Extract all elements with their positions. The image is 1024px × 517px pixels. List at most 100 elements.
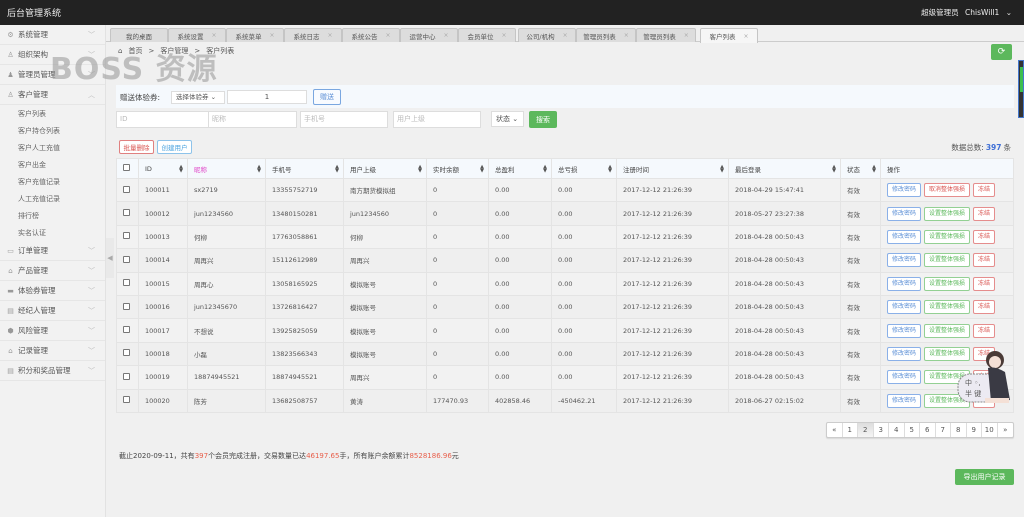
parent-user-input[interactable]: 用户上级 bbox=[393, 111, 481, 128]
close-icon[interactable]: × bbox=[563, 32, 568, 39]
freeze-button[interactable]: 冻结 bbox=[973, 323, 996, 338]
tab[interactable]: 系统日志 × bbox=[284, 28, 342, 42]
tab[interactable]: 系统公告 × bbox=[342, 28, 400, 42]
sidebar-item[interactable]: ♙ 客户管理 ︿ bbox=[0, 85, 105, 105]
change-password-button[interactable]: 修改密码 bbox=[887, 253, 922, 268]
input-method-mascot[interactable]: 中 ◦, 半 键 bbox=[955, 348, 1017, 410]
header-phone[interactable]: 手机号 ▲ ▼ bbox=[265, 158, 344, 179]
create-user-button[interactable]: 创建用户 bbox=[157, 140, 192, 154]
select-all-checkbox[interactable] bbox=[123, 164, 130, 171]
sidebar-collapse-handle[interactable]: ◀ bbox=[106, 238, 114, 278]
row-checkbox[interactable] bbox=[123, 302, 130, 310]
set-risk-button[interactable]: 设置整体强损 bbox=[924, 206, 971, 221]
change-password-button[interactable]: 修改密码 bbox=[887, 229, 922, 244]
pagination-page[interactable]: 9 bbox=[967, 423, 982, 437]
refresh-button[interactable]: ⟳ bbox=[991, 44, 1012, 60]
set-risk-button[interactable]: 设置整体强损 bbox=[924, 253, 971, 268]
row-checkbox[interactable] bbox=[123, 396, 130, 404]
tab[interactable]: 管理员列表 × bbox=[636, 28, 696, 42]
cancel-risk-button[interactable]: 取消整体强损 bbox=[924, 183, 971, 198]
coupon-select[interactable]: 选择体验券 ⌄ bbox=[171, 91, 225, 104]
change-password-button[interactable]: 修改密码 bbox=[887, 300, 922, 315]
sidebar-item[interactable]: ⬢ 风险管理 ﹀ bbox=[0, 321, 105, 341]
close-icon[interactable]: × bbox=[269, 32, 274, 39]
export-users-button[interactable]: 导出用户记录 bbox=[955, 469, 1014, 485]
user-menu[interactable]: 超级管理员 ChisWill1 ⌄ bbox=[917, 7, 1012, 18]
set-risk-button[interactable]: 设置整体强损 bbox=[924, 276, 971, 291]
sidebar-item[interactable]: ⌂ 记录管理 ﹀ bbox=[0, 341, 105, 361]
status-select[interactable]: 状态 ⌄ bbox=[491, 111, 524, 127]
header-balance[interactable]: 实时余额 ▲ ▼ bbox=[426, 158, 489, 179]
row-checkbox[interactable] bbox=[123, 185, 130, 193]
sidebar-item[interactable]: ▭ 订单管理 ﹀ bbox=[0, 241, 105, 261]
change-password-button[interactable]: 修改密码 bbox=[887, 370, 922, 385]
tab[interactable]: 会员单位 × bbox=[458, 28, 516, 42]
close-icon[interactable]: × bbox=[684, 32, 689, 39]
header-register-time[interactable]: 注册时间 ▲ ▼ bbox=[616, 158, 729, 179]
header-parent[interactable]: 用户上级 ▲ ▼ bbox=[343, 158, 427, 179]
change-password-button[interactable]: 修改密码 bbox=[887, 183, 922, 198]
change-password-button[interactable]: 修改密码 bbox=[887, 346, 922, 361]
freeze-button[interactable]: 冻结 bbox=[973, 300, 996, 315]
change-password-button[interactable]: 修改密码 bbox=[887, 393, 922, 408]
close-icon[interactable]: × bbox=[743, 33, 748, 40]
row-checkbox[interactable] bbox=[123, 372, 130, 380]
sidebar-subitem[interactable]: 实名认证 bbox=[0, 224, 105, 241]
scroll-indicator[interactable] bbox=[1018, 60, 1024, 118]
close-icon[interactable]: × bbox=[385, 32, 390, 39]
close-icon[interactable]: × bbox=[211, 32, 216, 39]
pagination-page[interactable]: 10 bbox=[982, 423, 998, 437]
freeze-button[interactable]: 冻结 bbox=[973, 229, 996, 244]
header-nickname[interactable]: 昵称 ▲ ▼ bbox=[187, 158, 266, 179]
sidebar-subitem[interactable]: 客户持仓列表 bbox=[0, 122, 105, 139]
pagination-prev[interactable]: « bbox=[827, 423, 843, 437]
change-password-button[interactable]: 修改密码 bbox=[887, 206, 922, 221]
freeze-button[interactable]: 冻结 bbox=[973, 183, 996, 198]
row-checkbox[interactable] bbox=[123, 209, 130, 217]
tab[interactable]: 我的桌面 bbox=[110, 28, 168, 42]
pagination-page[interactable]: 7 bbox=[936, 423, 951, 437]
row-checkbox[interactable] bbox=[123, 349, 130, 357]
close-icon[interactable]: × bbox=[443, 32, 448, 39]
close-icon[interactable]: × bbox=[624, 32, 629, 39]
set-risk-button[interactable]: 设置整体强损 bbox=[924, 323, 971, 338]
sidebar-subitem[interactable]: 客户列表 bbox=[0, 105, 105, 122]
freeze-button[interactable]: 冻结 bbox=[973, 206, 996, 221]
set-risk-button[interactable]: 设置整体强损 bbox=[924, 300, 971, 315]
tab[interactable]: 公司/机构 × bbox=[518, 28, 576, 42]
pagination-next[interactable]: » bbox=[998, 423, 1014, 437]
pagination-page[interactable]: 1 bbox=[843, 423, 858, 437]
batch-delete-button[interactable]: 批量删除 bbox=[119, 140, 154, 154]
sidebar-item[interactable]: ▤ 积分和奖品管理 ﹀ bbox=[0, 361, 105, 381]
pagination-page[interactable]: 3 bbox=[874, 423, 889, 437]
phone-input[interactable]: 手机号 bbox=[300, 111, 388, 128]
tab[interactable]: 运营中心 × bbox=[400, 28, 458, 42]
freeze-button[interactable]: 冻结 bbox=[973, 276, 996, 291]
sidebar-subitem[interactable]: 客户人工充值 bbox=[0, 139, 105, 156]
sidebar-item[interactable]: ⚙ 系统管理 ﹀ bbox=[0, 25, 105, 45]
header-id[interactable]: ID ▲ ▼ bbox=[138, 158, 188, 179]
close-icon[interactable]: × bbox=[327, 32, 332, 39]
row-checkbox[interactable] bbox=[123, 255, 130, 263]
search-button[interactable]: 搜索 bbox=[529, 111, 557, 128]
pagination-page[interactable]: 6 bbox=[920, 423, 936, 437]
sidebar-item[interactable]: ▤ 经纪人管理 ﹀ bbox=[0, 301, 105, 321]
pagination-page[interactable]: 8 bbox=[951, 423, 967, 437]
tab[interactable]: 客户列表 × bbox=[700, 28, 758, 43]
row-checkbox[interactable] bbox=[123, 232, 130, 240]
sidebar-item[interactable]: ⌂ 产品管理 ﹀ bbox=[0, 261, 105, 281]
header-loss[interactable]: 总亏损 ▲ ▼ bbox=[551, 158, 617, 179]
header-profit[interactable]: 总盈利 ▲ ▼ bbox=[488, 158, 552, 179]
row-checkbox[interactable] bbox=[123, 279, 130, 287]
header-last-login[interactable]: 最后登录 ▲ ▼ bbox=[728, 158, 841, 179]
tab[interactable]: 系统设置 × bbox=[168, 28, 226, 42]
sidebar-subitem[interactable]: 排行榜 bbox=[0, 207, 105, 224]
tab[interactable]: 管理员列表 × bbox=[576, 28, 636, 42]
gift-button[interactable]: 赠送 bbox=[313, 89, 341, 105]
pagination-page[interactable]: 2 bbox=[858, 423, 874, 437]
set-risk-button[interactable]: 设置整体强损 bbox=[924, 229, 971, 244]
change-password-button[interactable]: 修改密码 bbox=[887, 276, 922, 291]
sidebar-subitem[interactable]: 客户出金 bbox=[0, 156, 105, 173]
sidebar-item[interactable]: ▬ 体验券管理 ﹀ bbox=[0, 281, 105, 301]
pagination-page[interactable]: 4 bbox=[889, 423, 905, 437]
